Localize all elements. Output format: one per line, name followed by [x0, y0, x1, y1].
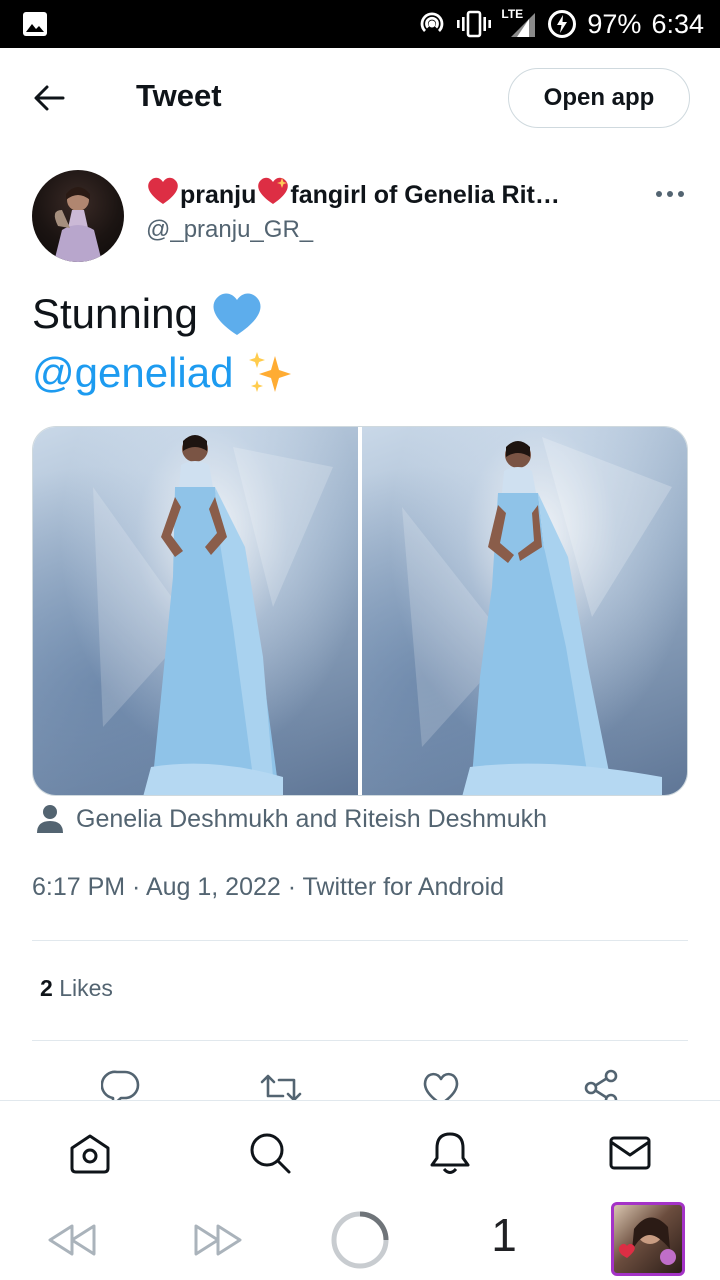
back-nav-button[interactable] [44, 1220, 100, 1260]
mention-link[interactable]: @geneliad [32, 349, 233, 397]
loading-spinner-icon [331, 1211, 389, 1269]
tweet-text-content: Stunning [32, 290, 198, 337]
like-button[interactable] [419, 1068, 463, 1100]
divider [32, 940, 688, 941]
sparkles-icon [249, 352, 292, 392]
status-bar: LTE 97% 6:34 [0, 0, 720, 48]
more-button[interactable] [650, 180, 690, 208]
bottom-navigation [0, 1100, 720, 1200]
bell-icon [430, 1132, 470, 1174]
user-handle[interactable]: @_pranju_GR_ [146, 216, 313, 244]
vibrate-icon [457, 10, 492, 38]
avatar-photo-icon [54, 187, 102, 262]
nav-search[interactable] [246, 1129, 294, 1177]
forward-nav-button[interactable] [190, 1220, 246, 1260]
retweet-icon [260, 1074, 302, 1100]
heart-icon [423, 1072, 459, 1100]
tab-count[interactable]: 1 [484, 1208, 524, 1262]
nav-notifications[interactable] [426, 1129, 474, 1177]
tweet-photo-2[interactable] [362, 427, 687, 795]
red-heart-icon [148, 177, 178, 204]
display-name-part1: pranju [180, 181, 257, 209]
likes-number: 2 [40, 975, 53, 1001]
loading-button[interactable] [328, 1208, 392, 1272]
share-button[interactable] [579, 1068, 623, 1100]
battery-saver-icon [548, 10, 577, 38]
sparkling-heart-icon [258, 177, 289, 204]
arrow-left-icon [34, 85, 65, 111]
photo-figure-icon [402, 437, 672, 795]
home-icon [70, 1134, 110, 1174]
tweet-actions [0, 1060, 720, 1100]
tweet-timestamp[interactable]: 6:17 PM · Aug 1, 2022 · Twitter for Andr… [32, 873, 504, 902]
profile-photo-icon [618, 1217, 676, 1265]
image-notification-icon [23, 12, 47, 36]
tweet-mention-line: @geneliad [32, 348, 295, 398]
likes-label: Likes [59, 975, 113, 1001]
display-name[interactable]: pranju fangirl of Genelia Rit… [146, 176, 616, 210]
reply-button[interactable] [99, 1068, 143, 1100]
profile-thumbnail[interactable] [611, 1202, 685, 1276]
nav-home[interactable] [66, 1129, 114, 1177]
photo-figure-icon [93, 435, 333, 795]
open-app-button[interactable]: Open app [508, 68, 690, 128]
more-horizontal-icon [656, 191, 684, 197]
app-header: Tweet Open app [0, 48, 720, 148]
tweet-text: Stunning [32, 290, 264, 338]
battery-percentage: 97% [587, 8, 642, 39]
rewind-icon [48, 1224, 96, 1256]
avatar[interactable] [32, 170, 124, 262]
mail-icon [609, 1136, 651, 1170]
blue-heart-icon [213, 293, 261, 335]
back-button[interactable] [28, 78, 70, 118]
person-icon [37, 805, 63, 833]
search-icon [250, 1133, 291, 1174]
likes-count[interactable]: 2 Likes [40, 975, 113, 1002]
display-name-part2: fangirl of Genelia Rit… [290, 181, 560, 209]
hotspot-icon [421, 12, 444, 32]
divider [32, 1040, 688, 1041]
share-icon [584, 1069, 618, 1100]
page-title: Tweet [136, 78, 222, 113]
people-tag-label: Genelia Deshmukh and Riteish Deshmukh [76, 804, 548, 833]
fast-forward-icon [194, 1224, 242, 1256]
tweet-photo-1[interactable] [33, 427, 358, 795]
nav-messages[interactable] [606, 1129, 654, 1177]
retweet-button[interactable] [259, 1068, 303, 1100]
signal-icon: LTE [501, 7, 537, 39]
people-tag[interactable]: Genelia Deshmukh and Riteish Deshmukh [36, 804, 547, 834]
clock: 6:34 [651, 8, 704, 39]
reply-icon [101, 1070, 140, 1100]
tweet-media [32, 426, 688, 796]
